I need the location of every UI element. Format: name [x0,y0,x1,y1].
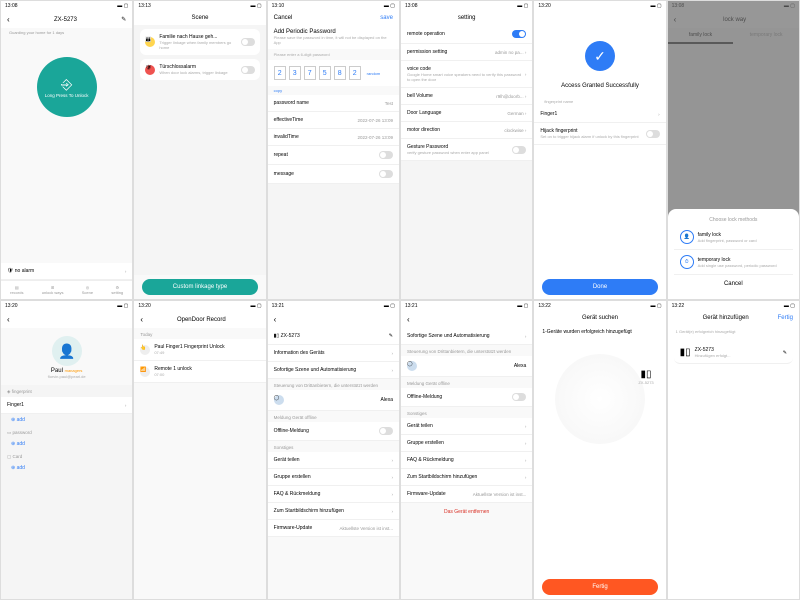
random-link[interactable]: random [367,71,381,76]
check-icon: ✓ [585,41,615,71]
password-input[interactable]: 237582 [268,60,367,86]
toggle[interactable] [241,66,255,74]
record-item: 👆Paul Finger1 Fingerprint Unlock07:49 [134,339,265,361]
temporary-lock-option[interactable]: ⏱temporary lockAdd single use password, … [674,250,793,275]
copy-link[interactable]: copy [268,86,399,95]
record-item: 📶Remote 1 unlock07:00 [134,361,265,383]
remove-device[interactable]: Das Gerät entfernen [401,503,532,521]
alarm-status: 🛡 no alarm› [1,263,132,280]
save-button[interactable]: save [380,15,393,21]
screen-access-granted: 13:20▬ ▢ ✓ Access Granted Successfully f… [533,0,666,300]
scene-family[interactable]: 👪Familie nach Hause geh...Trigger linkag… [140,29,259,55]
add-fingerprint[interactable]: ⊕ add [1,414,132,426]
done-button[interactable]: Fertig [778,315,793,321]
unlock-button[interactable]: ⎆Long Press To Unlock [37,57,97,117]
done-button[interactable]: Fertig [542,579,657,595]
screen-search: 13:22▬ ▢ Gerät suchen 1-Geräte wurden er… [533,300,666,600]
cancel-button[interactable]: Cancel [274,15,293,21]
edit-icon[interactable]: ✎ [783,350,787,356]
screen-lock-way: 13:08▬ ▢ ‹lock way family locktemporary … [667,0,800,300]
cancel-button[interactable]: Cancel [674,275,793,293]
lock-method-modal: Choose lock methods 👤family lockAdd fing… [668,209,799,299]
screen-add-password: 13:10▬ ▢ Cancelsave Add Periodic Passwor… [267,0,400,300]
screen-device-info2: 13:21▬ ▢ ‹ Sofortige Szene und Automatis… [400,300,533,600]
screen-setting: 13:08▬ ▢ setting remote operation permis… [400,0,533,300]
added-device[interactable]: ▮▯ZX-5273Hinzufügen erfolgt...✎ [674,342,793,364]
edit-icon[interactable]: ✎ [389,333,393,339]
screen-device-info: 13:21▬ ▢ ‹ ▮▯ ZX-5273✎ Information des G… [267,300,400,600]
family-lock-option[interactable]: 👤family lockAdd fingerprint, password or… [674,225,793,250]
screen-scene: 13:13▬ ▢ Scene 👪Familie nach Hause geh..… [133,0,266,300]
avatar: 👤 [52,336,82,366]
edit-icon[interactable]: ✎ [121,16,126,23]
screen-add-device: 13:22▬ ▢ Gerät hinzufügenFertig 1 Gerät(… [667,300,800,600]
tab-bar[interactable]: ▤records⊞unlock ways◎Scene⚙setting [1,280,132,299]
toggle[interactable] [241,38,255,46]
screen-record: 13:20▬ ▢ ‹OpenDoor Record Today 👆Paul Fi… [133,300,266,600]
add-card[interactable]: ⊕ add [1,462,132,474]
screen-home: 13:08▬ ▢ ‹ZX-5273✎ Guarding your home fo… [0,0,133,300]
done-button[interactable]: Done [542,279,657,295]
device-title: ZX-5273 [10,17,122,23]
custom-linkage-button[interactable]: Custom linkage type [142,279,257,295]
scene-alarm[interactable]: 🛡TürschlossalarmWhen door lock alarms, t… [140,59,259,80]
screen-user: 13:20▬ ▢ ‹ 👤 Paul managers florvin.paul@… [0,300,133,600]
remote-toggle[interactable] [512,30,526,38]
add-password[interactable]: ⊕ add [1,438,132,450]
